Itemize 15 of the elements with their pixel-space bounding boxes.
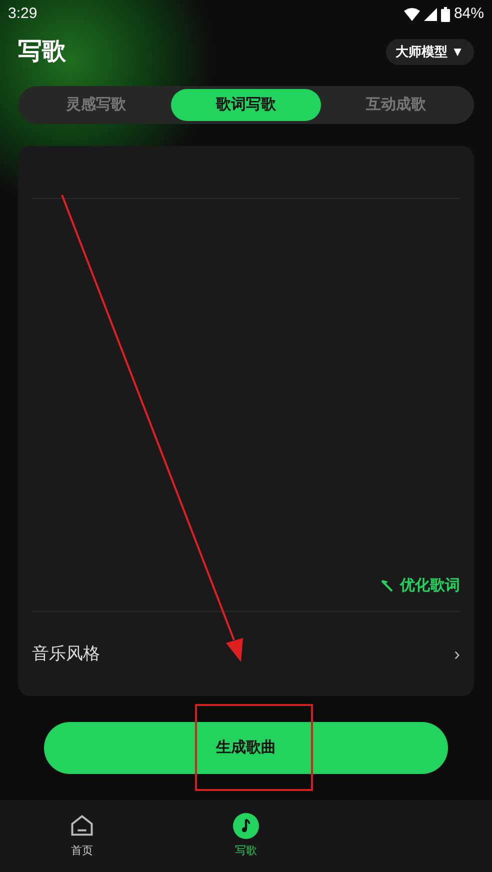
- battery-icon: [440, 6, 450, 22]
- wifi-icon: [404, 8, 420, 20]
- music-note-icon: [233, 812, 259, 839]
- optimize-lyrics-button[interactable]: 优化歌词: [380, 574, 460, 598]
- status-time: 3:29: [8, 4, 38, 24]
- signal-icon: [424, 8, 437, 20]
- nav-item[interactable]: 写歌: [164, 812, 328, 860]
- generate-song-button[interactable]: 生成歌曲: [44, 722, 448, 774]
- magic-wand-icon: [380, 579, 394, 593]
- music-style-row[interactable]: 音乐风格 ›: [32, 612, 460, 696]
- model-dropdown[interactable]: 大师模型 ▼: [386, 39, 474, 65]
- tab[interactable]: 歌词写歌: [171, 89, 321, 121]
- nav-item[interactable]: 首页: [0, 812, 164, 860]
- page-title: 写歌: [18, 37, 66, 67]
- battery-percent: 84%: [454, 4, 484, 24]
